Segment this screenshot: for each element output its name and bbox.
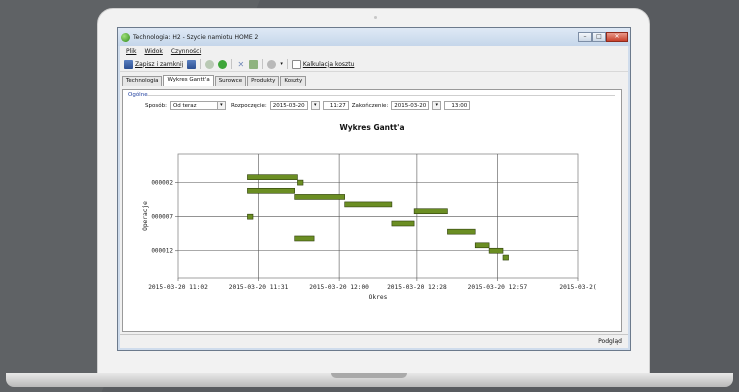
- tab-gantt[interactable]: Wykres Gantt'a: [163, 75, 214, 86]
- maximize-icon: □: [596, 33, 602, 40]
- gantt-bar: [247, 187, 295, 194]
- plot-area: [177, 153, 579, 279]
- laptop-notch: [331, 373, 407, 378]
- forward-icon[interactable]: [218, 59, 228, 69]
- minimize-button[interactable]: –: [578, 32, 592, 42]
- dropdown-arrow-icon[interactable]: ▾: [280, 61, 283, 67]
- x-tick-label: 2015-03-20 11:02: [148, 284, 208, 291]
- status-bar: Podgląd: [120, 334, 628, 348]
- gantt-bar: [294, 235, 315, 242]
- x-axis-label: Okres: [369, 294, 388, 300]
- toolbar: Zapisz i zamknij ✕ ▾ Kalkulacja kosztu: [120, 57, 628, 72]
- x-tick-label: 2015-03-20 12:00: [309, 284, 369, 291]
- gantt-bar: [474, 242, 490, 249]
- window-content: Plik Widok Czynności Zapisz i zamknij ✕ …: [120, 46, 628, 348]
- x-tick-label: 2015-03-2(: [559, 284, 596, 291]
- toolbar-separator: [286, 59, 288, 69]
- gantt-bar: [488, 247, 504, 254]
- window-controls: – □ ✕: [578, 32, 628, 42]
- x-tick-label: 2015-03-20 11:31: [229, 284, 289, 291]
- toolbar-separator: [200, 59, 202, 69]
- gantt-panel: Ogólne Sposób: Od teraz ▾ Rozpoczęcie: 2…: [122, 89, 622, 332]
- y-tick-label: 000002: [151, 180, 173, 187]
- save-close-label: Zapisz i zamknij: [135, 60, 184, 68]
- cost-calc-label: Kalkulacja kosztu: [302, 60, 355, 68]
- toolbar-separator: [231, 59, 233, 69]
- gantt-bar: [447, 228, 476, 235]
- gantt-bar: [502, 254, 509, 261]
- gantt-bar: [247, 174, 298, 180]
- gantt-bar: [297, 179, 304, 186]
- tab-strip: Technologia Wykres Gantt'a Surowce Produ…: [120, 75, 628, 86]
- cost-calc-button[interactable]: Kalkulacja kosztu: [291, 59, 355, 69]
- y-axis-label: Operacje: [142, 201, 149, 231]
- menu-bar: Plik Widok Czynności: [120, 46, 628, 57]
- tab-koszty[interactable]: Koszty: [280, 76, 307, 86]
- maximize-button[interactable]: □: [592, 32, 606, 42]
- x-tick-label: 2015-03-20 12:28: [387, 284, 447, 291]
- gantt-bar: [391, 220, 415, 227]
- window-title: Technologia: H2 - Szycie namiotu HOME 2: [133, 33, 259, 41]
- close-button[interactable]: ✕: [606, 32, 628, 42]
- gantt-bar: [344, 201, 393, 208]
- menu-widok[interactable]: Widok: [144, 48, 162, 55]
- close-icon: ✕: [614, 33, 620, 40]
- floppy-disk-icon: [124, 59, 133, 69]
- tab-technologia[interactable]: Technologia: [122, 76, 163, 86]
- toolbar-separator: [262, 59, 264, 69]
- title-bar: Technologia: H2 - Szycie namiotu HOME 2 …: [118, 28, 630, 46]
- gantt-bar: [247, 213, 254, 220]
- tools-icon[interactable]: [267, 59, 277, 69]
- menu-plik[interactable]: Plik: [126, 48, 136, 55]
- gantt-bar: [294, 194, 345, 200]
- save-close-button[interactable]: Zapisz i zamknij: [124, 59, 184, 69]
- app-window: Technologia: H2 - Szycie namiotu HOME 2 …: [117, 27, 631, 351]
- save-icon[interactable]: [187, 59, 197, 69]
- gantt-bar: [413, 208, 448, 215]
- y-tick-label: 000007: [151, 214, 173, 221]
- x-tick-label: 2015-03-20 12:57: [468, 284, 528, 291]
- gantt-chart: 2015-03-20 11:02 2015-03-20 11:31 2015-03-…: [142, 153, 597, 300]
- y-tick-label: 000012: [151, 248, 173, 255]
- delete-icon[interactable]: ✕: [236, 60, 245, 69]
- menu-czynnosci[interactable]: Czynności: [171, 48, 201, 55]
- app-icon: [121, 32, 130, 42]
- back-icon[interactable]: [205, 59, 215, 69]
- tab-produkty[interactable]: Produkty: [247, 76, 280, 86]
- document-icon: [291, 59, 301, 69]
- minimize-icon: –: [583, 33, 587, 40]
- webcam: [374, 16, 377, 19]
- tab-surowce[interactable]: Surowce: [214, 76, 247, 86]
- grid-icon[interactable]: [249, 59, 259, 69]
- status-text: Podgląd: [598, 338, 622, 345]
